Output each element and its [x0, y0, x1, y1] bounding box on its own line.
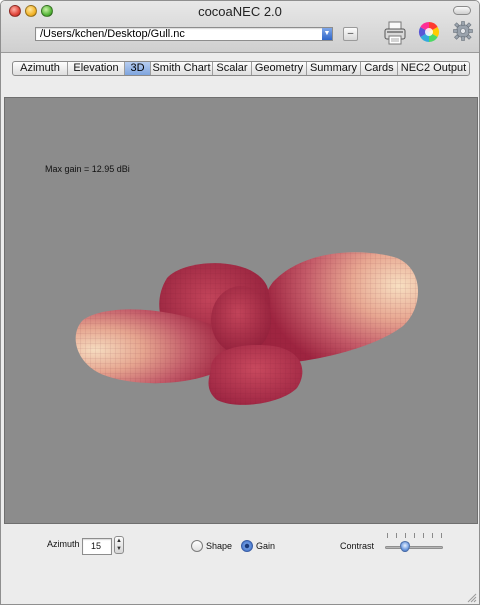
shape-radio[interactable] — [191, 540, 203, 552]
bottom-controls: Azimuth 15 ▲ ▼ Shape Gain Contrast — [1, 525, 479, 604]
tab-cards[interactable]: Cards — [361, 62, 398, 75]
azimuth-stepper[interactable]: ▲ ▼ — [114, 536, 124, 554]
remove-file-button[interactable]: – — [343, 27, 358, 41]
resize-grip-icon[interactable] — [467, 593, 477, 603]
file-path-text[interactable]: /Users/kchen/Desktop/Gull.nc — [40, 28, 185, 41]
tab-smith-chart[interactable]: Smith Chart — [151, 62, 213, 75]
print-icon[interactable] — [384, 21, 406, 45]
tab-3d[interactable]: 3D — [125, 62, 151, 75]
tab-azimuth[interactable]: Azimuth — [13, 62, 68, 75]
contrast-slider-ticks — [387, 533, 443, 539]
stepper-up-icon[interactable]: ▲ — [116, 538, 122, 545]
gain-radio-label[interactable]: Gain — [256, 541, 275, 551]
tab-summary[interactable]: Summary — [307, 62, 361, 75]
contrast-slider-knob[interactable] — [400, 541, 410, 552]
contrast-slider[interactable] — [385, 546, 443, 549]
app-window: cocoaNEC 2.0 /Users/kchen/Desktop/Gull.n… — [0, 0, 480, 605]
title-toolbar: cocoaNEC 2.0 /Users/kchen/Desktop/Gull.n… — [1, 1, 479, 53]
gain-radio[interactable] — [241, 540, 253, 552]
contrast-label: Contrast — [340, 541, 375, 551]
azimuth-input[interactable]: 15 — [82, 538, 112, 555]
gear-icon[interactable] — [453, 21, 473, 41]
view-tab-bar: Azimuth Elevation 3D Smith Chart Scalar … — [12, 61, 470, 76]
color-wheel-icon[interactable] — [418, 21, 440, 43]
azimuth-label: Azimuth — [47, 539, 80, 549]
window-title: cocoaNEC 2.0 — [198, 4, 282, 19]
radiation-pattern-3d[interactable] — [5, 98, 477, 523]
shape-radio-label[interactable]: Shape — [206, 541, 232, 551]
tab-nec2-output[interactable]: NEC2 Output — [398, 62, 469, 75]
combobox-arrow-icon[interactable]: ▼ — [322, 28, 332, 40]
file-path-combobox[interactable]: /Users/kchen/Desktop/Gull.nc ▼ — [35, 27, 333, 41]
3d-pattern-view[interactable]: Max gain = 12.95 dBi — [4, 97, 478, 524]
tab-elevation[interactable]: Elevation — [68, 62, 125, 75]
stepper-down-icon[interactable]: ▼ — [116, 546, 122, 553]
tab-scalar[interactable]: Scalar — [213, 62, 252, 75]
toolbar-toggle-button[interactable] — [453, 6, 471, 15]
tab-geometry[interactable]: Geometry — [252, 62, 307, 75]
